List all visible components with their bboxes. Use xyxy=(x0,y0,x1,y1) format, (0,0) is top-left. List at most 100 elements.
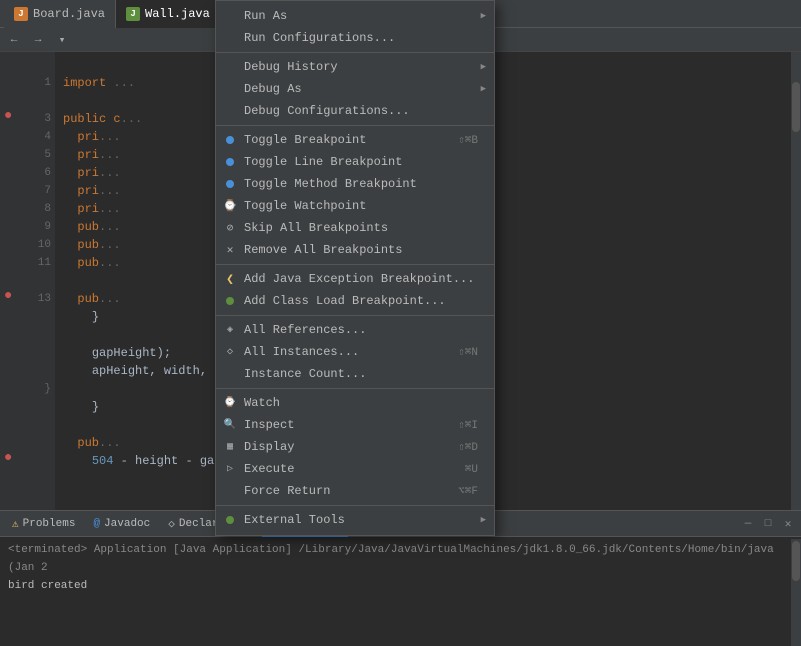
execute-shortcut: ⌘U xyxy=(445,462,478,476)
dropdown-button[interactable]: ▾ xyxy=(52,31,72,49)
menu-external-tools-label: External Tools xyxy=(244,513,345,527)
menu-debug-as-label: Debug As xyxy=(244,82,302,96)
console-content: <terminated> Application [Java Applicati… xyxy=(0,537,801,599)
menu-inspect-label: Inspect xyxy=(244,418,294,432)
breakpoint-arrow-1: ● xyxy=(4,108,12,124)
menu-run-as-label: Run As xyxy=(244,9,287,23)
menu-inspect[interactable]: 🔍 Inspect ⇧⌘I xyxy=(216,414,494,436)
remove-all-breakpoints-icon: ✕ xyxy=(222,242,238,258)
separator-4 xyxy=(216,315,494,316)
wall-java-icon: J xyxy=(126,7,140,21)
breakpoint-arrow-2: ● xyxy=(4,288,12,304)
menu-toggle-watchpoint[interactable]: ⌚ Toggle Watchpoint xyxy=(216,195,494,217)
wall-java-label: Wall.java xyxy=(145,7,210,21)
separator-5 xyxy=(216,388,494,389)
display-icon: ▦ xyxy=(222,439,238,455)
display-shortcut: ⇧⌘D xyxy=(438,440,478,454)
menu-all-instances-label: All Instances... xyxy=(244,345,359,359)
menu-toggle-method-breakpoint[interactable]: Toggle Method Breakpoint xyxy=(216,173,494,195)
menu-add-java-exception[interactable]: ❮ Add Java Exception Breakpoint... xyxy=(216,268,494,290)
breakpoint-arrow-3: ● xyxy=(4,450,12,466)
problems-label: Problems xyxy=(23,518,76,530)
menu-toggle-breakpoint[interactable]: Toggle Breakpoint ⇧⌘B xyxy=(216,129,494,151)
menu-debug-history-label: Debug History xyxy=(244,60,338,74)
console-output-line: bird created xyxy=(8,577,793,595)
watch-icon: ⌚ xyxy=(222,395,238,411)
menu-watch[interactable]: ⌚ Watch xyxy=(216,392,494,414)
menu-toggle-method-breakpoint-label: Toggle Method Breakpoint xyxy=(244,177,417,191)
tab-problems[interactable]: ⚠ Problems xyxy=(4,511,83,537)
editor-scrollbar[interactable] xyxy=(791,52,801,510)
console-scrollbar-thumb[interactable] xyxy=(792,541,800,581)
menu-run-configurations-label: Run Configurations... xyxy=(244,31,395,45)
menu-debug-configurations-label: Debug Configurations... xyxy=(244,104,410,118)
line-numbers: 1 3 4 5 6 7 8 9 10 11 13 } xyxy=(20,52,55,510)
inspect-shortcut: ⇧⌘I xyxy=(438,418,478,432)
menu-instance-count-label: Instance Count... xyxy=(244,367,366,381)
menu-skip-all-breakpoints-label: Skip All Breakpoints xyxy=(244,221,388,235)
menu-toggle-line-breakpoint[interactable]: Toggle Line Breakpoint xyxy=(216,151,494,173)
menu-execute[interactable]: ▷ Execute ⌘U xyxy=(216,458,494,480)
gutter-area: ● ● ● xyxy=(0,52,20,510)
tab-javadoc[interactable]: @ Javadoc xyxy=(85,511,158,537)
menu-skip-all-breakpoints[interactable]: ⊘ Skip All Breakpoints xyxy=(216,217,494,239)
board-java-label: Board.java xyxy=(33,7,105,21)
menu-toggle-breakpoint-label: Toggle Breakpoint xyxy=(244,133,366,147)
menu-debug-configurations[interactable]: Debug Configurations... xyxy=(216,100,494,122)
menu-display[interactable]: ▦ Display ⇧⌘D xyxy=(216,436,494,458)
editor-scrollbar-thumb[interactable] xyxy=(792,82,800,132)
separator-3 xyxy=(216,264,494,265)
context-menu: Run As Run Configurations... Debug Histo… xyxy=(215,0,495,536)
add-java-exception-icon: ❮ xyxy=(222,271,238,287)
separator-1 xyxy=(216,52,494,53)
menu-run-configurations[interactable]: Run Configurations... xyxy=(216,27,494,49)
tab-board-java[interactable]: J Board.java xyxy=(4,0,116,28)
menu-all-references-label: All References... xyxy=(244,323,366,337)
menu-display-label: Display xyxy=(244,440,294,454)
menu-run-as[interactable]: Run As xyxy=(216,5,494,27)
separator-2 xyxy=(216,125,494,126)
bottom-toolbar: — □ ✕ xyxy=(739,511,801,537)
menu-toggle-line-breakpoint-label: Toggle Line Breakpoint xyxy=(244,155,402,169)
add-class-load-icon xyxy=(222,293,238,309)
menu-remove-all-breakpoints[interactable]: ✕ Remove All Breakpoints xyxy=(216,239,494,261)
menu-instance-count[interactable]: Instance Count... xyxy=(216,363,494,385)
minimize-panel-button[interactable]: — xyxy=(739,515,757,533)
menu-force-return[interactable]: Force Return ⌥⌘F xyxy=(216,480,494,502)
toggle-breakpoint-shortcut: ⇧⌘B xyxy=(438,133,478,147)
toggle-method-breakpoint-icon xyxy=(222,176,238,192)
toggle-breakpoint-icon xyxy=(222,132,238,148)
declaration-icon: ◇ xyxy=(168,517,175,531)
close-panel-button[interactable]: ✕ xyxy=(779,515,797,533)
javadoc-label: Javadoc xyxy=(104,518,150,530)
execute-icon: ▷ xyxy=(222,461,238,477)
menu-add-class-load[interactable]: Add Class Load Breakpoint... xyxy=(216,290,494,312)
console-title-line: <terminated> Application [Java Applicati… xyxy=(8,541,793,577)
back-button[interactable]: ← xyxy=(4,31,24,49)
inspect-icon: 🔍 xyxy=(222,417,238,433)
forward-button[interactable]: → xyxy=(28,31,48,49)
all-references-icon: ◈ xyxy=(222,322,238,338)
force-return-shortcut: ⌥⌘F xyxy=(438,484,478,498)
javadoc-icon: @ xyxy=(93,518,100,530)
skip-all-breakpoints-icon: ⊘ xyxy=(222,220,238,236)
menu-execute-label: Execute xyxy=(244,462,294,476)
editor-area: J Board.java J Wall.java ✕ ← → ▾ ● ● ● 1… xyxy=(0,0,801,510)
all-instances-icon: ◇ xyxy=(222,344,238,360)
menu-all-instances[interactable]: ◇ All Instances... ⇧⌘N xyxy=(216,341,494,363)
menu-debug-history[interactable]: Debug History xyxy=(216,56,494,78)
external-tools-icon xyxy=(222,512,238,528)
menu-external-tools[interactable]: External Tools xyxy=(216,509,494,531)
menu-add-java-exception-label: Add Java Exception Breakpoint... xyxy=(244,272,474,286)
menu-debug-as[interactable]: Debug As xyxy=(216,78,494,100)
maximize-panel-button[interactable]: □ xyxy=(759,515,777,533)
menu-add-class-load-label: Add Class Load Breakpoint... xyxy=(244,294,446,308)
board-java-icon: J xyxy=(14,7,28,21)
menu-all-references[interactable]: ◈ All References... xyxy=(216,319,494,341)
menu-watch-label: Watch xyxy=(244,396,280,410)
console-scrollbar[interactable] xyxy=(791,539,801,646)
separator-6 xyxy=(216,505,494,506)
problems-icon: ⚠ xyxy=(12,517,19,531)
menu-toggle-watchpoint-label: Toggle Watchpoint xyxy=(244,199,366,213)
toggle-line-breakpoint-icon xyxy=(222,154,238,170)
